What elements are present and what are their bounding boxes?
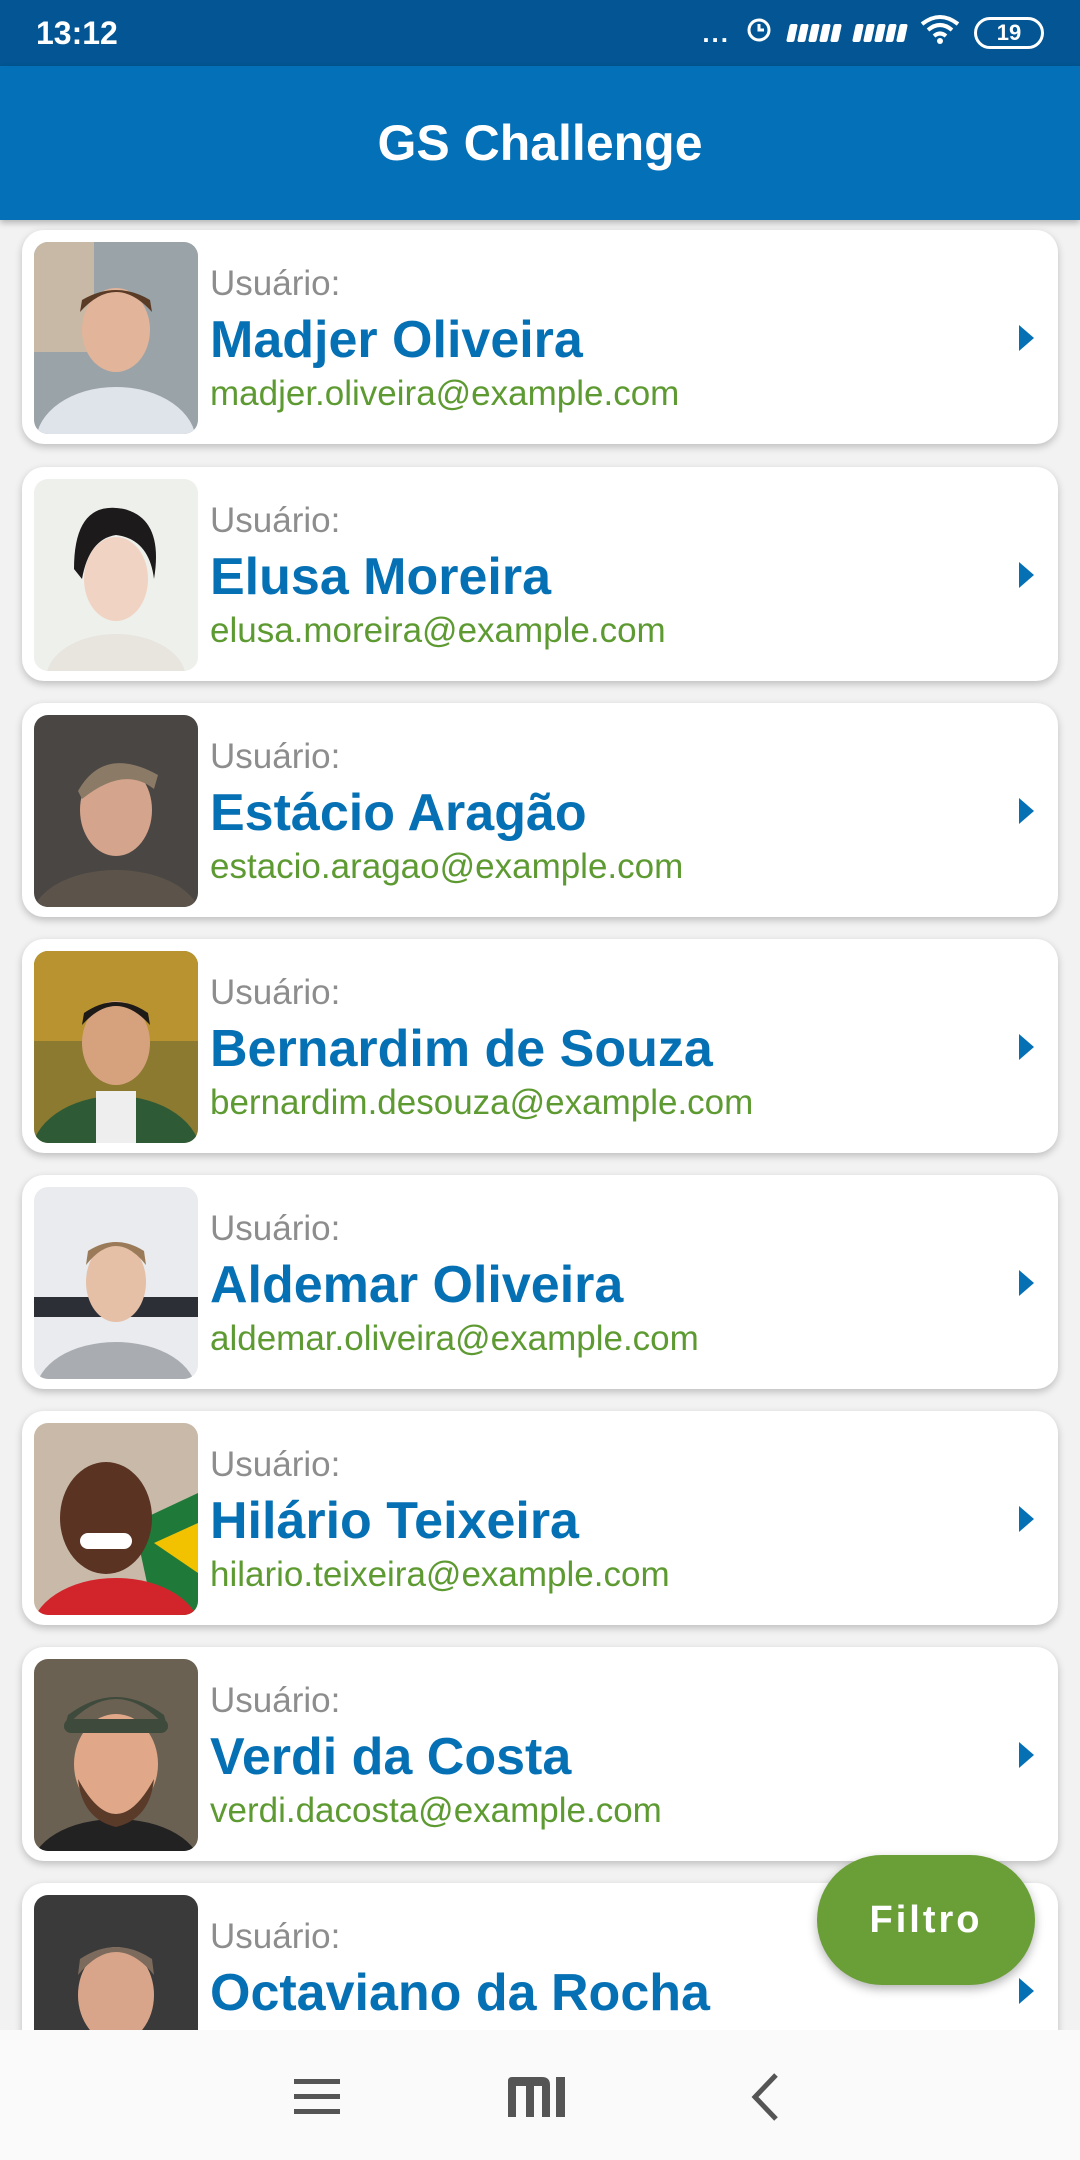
battery-icon: 19 [974,17,1044,49]
user-label: Usuário: [210,1209,341,1248]
system-nav-bar [0,2030,1080,2160]
user-name: Bernardim de Souza [210,1020,713,1078]
user-card[interactable]: Usuário: Hilário Teixeira hilario.teixei… [22,1411,1058,1625]
user-email: elusa.moreira@example.com [210,611,666,650]
avatar [34,242,198,434]
status-dots: ... [702,17,730,48]
user-name: Hilário Teixeira [210,1492,579,1550]
user-label: Usuário: [210,501,341,540]
user-label: Usuário: [210,264,341,303]
signal-icon [852,24,908,42]
user-name: Madjer Oliveira [210,311,583,369]
status-time: 13:12 [36,14,118,51]
user-email: hilario.teixeira@example.com [210,1555,670,1594]
status-bar: 13:12 ... 19 [0,0,1080,66]
avatar [34,1423,198,1615]
user-card[interactable]: Usuário: Verdi da Costa verdi.dacosta@ex… [22,1647,1058,1861]
user-email: verdi.dacosta@example.com [210,1791,662,1830]
menu-icon[interactable] [282,2062,352,2132]
avatar [34,1895,198,2030]
avatar [34,479,198,671]
chevron-right-icon [1019,1978,1034,2004]
user-name: Aldemar Oliveira [210,1256,624,1314]
user-label: Usuário: [210,1445,341,1484]
user-email: bernardim.desouza@example.com [210,1083,754,1122]
app-bar: GS Challenge [0,66,1080,220]
avatar [34,715,198,907]
chevron-right-icon [1019,1506,1034,1532]
user-email: aldemar.oliveira@example.com [210,1319,699,1358]
signal-icon [786,24,842,42]
mi-home-icon[interactable] [504,2062,574,2132]
page-title: GS Challenge [377,115,703,171]
user-name: Octaviano da Rocha [210,1964,710,2022]
user-label: Usuário: [210,1681,341,1720]
user-list[interactable]: Usuário: Madjer Oliveira madjer.oliveira… [0,220,1080,2030]
user-label: Usuário: [210,1917,341,1956]
chevron-right-icon [1019,1742,1034,1768]
avatar [34,1659,198,1851]
user-name: Estácio Aragão [210,784,587,842]
status-icons: ... 19 [702,14,1044,52]
chevron-right-icon [1019,798,1034,824]
chevron-right-icon [1019,325,1034,351]
filter-button[interactable]: Filtro [817,1855,1035,1985]
alarm-icon [744,14,774,52]
avatar [34,1187,198,1379]
user-card[interactable]: Usuário: Estácio Aragão estacio.aragao@e… [22,703,1058,917]
back-icon[interactable] [730,2062,800,2132]
avatar [34,951,198,1143]
user-name: Elusa Moreira [210,548,552,606]
chevron-right-icon [1019,1034,1034,1060]
user-label: Usuário: [210,737,341,776]
user-email: madjer.oliveira@example.com [210,374,680,413]
user-email: estacio.aragao@example.com [210,847,684,886]
chevron-right-icon [1019,562,1034,588]
user-card[interactable]: Usuário: Elusa Moreira elusa.moreira@exa… [22,467,1058,681]
user-label: Usuário: [210,973,341,1012]
user-name: Verdi da Costa [210,1728,572,1786]
user-card[interactable]: Usuário: Aldemar Oliveira aldemar.olivei… [22,1175,1058,1389]
user-card[interactable]: Usuário: Madjer Oliveira madjer.oliveira… [22,230,1058,444]
user-card[interactable]: Usuário: Bernardim de Souza bernardim.de… [22,939,1058,1153]
chevron-right-icon [1019,1270,1034,1296]
wifi-icon [920,14,960,52]
